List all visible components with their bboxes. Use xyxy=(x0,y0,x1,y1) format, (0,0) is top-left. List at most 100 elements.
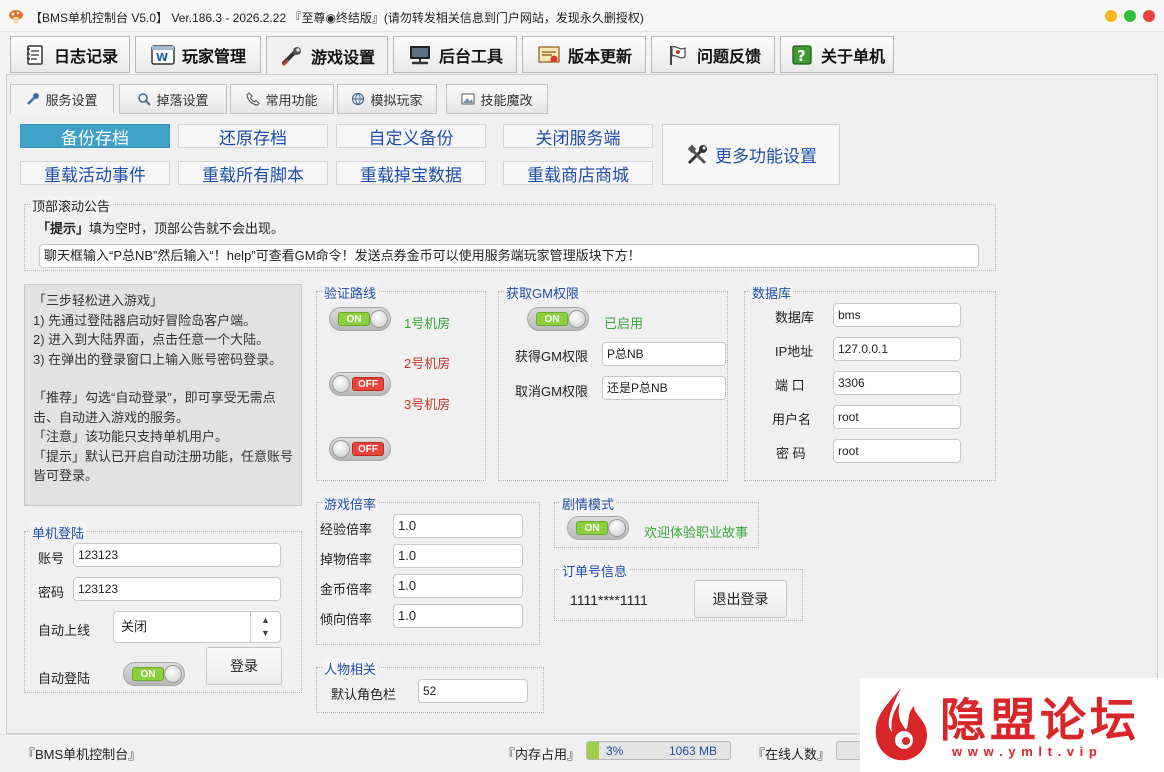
db-password-input[interactable]: root xyxy=(833,439,961,463)
maximize-button[interactable] xyxy=(1124,10,1136,22)
db-name-input[interactable]: bms xyxy=(833,303,961,327)
reload-scripts-button[interactable]: 重载所有脚本 xyxy=(178,161,328,185)
story-toggle[interactable]: ON xyxy=(567,516,629,540)
status-app-name: 『BMS单机控制台』 xyxy=(22,747,142,762)
auto-online-select[interactable]: 关闭 ▲ ▼ xyxy=(113,611,281,643)
announcement-group: 顶部滚动公告 「提示」填为空时，顶部公告就不会出现。 聊天框输入“P总NB”然后… xyxy=(24,196,996,271)
announcement-hint: 「提示」填为空时，顶部公告就不会出现。 xyxy=(37,218,284,237)
tendency-rate-input[interactable]: 1.0 xyxy=(393,604,523,628)
subtab-common-functions[interactable]: 常用功能 xyxy=(230,84,334,114)
subtab-label: 服务设置 xyxy=(45,92,98,108)
subtab-service-settings[interactable]: 服务设置 xyxy=(10,84,114,114)
subtab-label: 技能魔改 xyxy=(480,92,533,108)
reload-drops-button[interactable]: 重载掉宝数据 xyxy=(336,161,486,185)
close-button[interactable] xyxy=(1143,10,1155,22)
route-3-toggle[interactable]: OFF xyxy=(329,437,391,461)
db-port-input[interactable]: 3306 xyxy=(833,371,961,395)
stepper-arrows-icon: ▲ ▼ xyxy=(250,612,280,642)
tab-log[interactable]: 日志记录 xyxy=(10,36,130,73)
tab-about[interactable]: ? 关于单机 xyxy=(780,36,894,73)
auto-login-toggle[interactable]: ON xyxy=(123,662,185,686)
minimize-button[interactable] xyxy=(1105,10,1117,22)
db-ip-input[interactable]: 127.0.0.1 xyxy=(833,337,961,361)
gm-title: 获取GM权限 xyxy=(504,283,581,302)
gm-toggle[interactable]: ON xyxy=(527,307,589,331)
subtab-drop-settings[interactable]: 掉落设置 xyxy=(119,84,227,114)
guide-panel: 「三步轻松进入游戏」 1) 先通过登陆器启动好冒险岛客户端。 2) 进入到大陆界… xyxy=(24,284,302,506)
custom-backup-button[interactable]: 自定义备份 xyxy=(336,124,486,148)
db-user-input[interactable]: root xyxy=(833,405,961,429)
route-3-label: 3号机房 xyxy=(404,397,451,412)
notebook-icon xyxy=(22,43,48,67)
watermark: 隐盟论坛 w w w . y m l t . v i p xyxy=(860,678,1164,772)
gm-cancel-input[interactable]: 还是P总NB xyxy=(602,376,726,400)
svg-text:?: ? xyxy=(797,47,806,65)
wrench-icon xyxy=(27,93,40,105)
subtab-label: 模拟玩家 xyxy=(370,92,423,108)
subtab-simulated-players[interactable]: 模拟玩家 xyxy=(337,84,437,114)
tab-feedback[interactable]: 问题反馈 xyxy=(651,36,775,73)
route-2-label: 2号机房 xyxy=(404,356,451,371)
backup-save-button[interactable]: 备份存档 xyxy=(20,124,170,148)
window-title: 【BMS单机控制台 V5.0】 Ver.186.3 - 2026.2.22 『至… xyxy=(30,11,644,25)
database-title: 数据库 xyxy=(750,283,794,302)
tab-player[interactable]: W 玩家管理 xyxy=(135,36,261,73)
tab-label: 版本更新 xyxy=(567,48,632,66)
tab-game-settings[interactable]: 游戏设置 xyxy=(266,36,388,76)
password-input[interactable]: 123123 xyxy=(73,577,281,601)
route-2-toggle[interactable]: OFF xyxy=(329,372,391,396)
auto-login-label: 自动登陆 xyxy=(38,671,91,686)
default-slot-input[interactable]: 52 xyxy=(418,679,528,703)
story-group: 剧情模式 ON 欢迎体验职业故事 xyxy=(554,494,759,548)
gm-group: 获取GM权限 ON 已启用 获得GM权限 P总NB 取消GM权限 还是P总NB xyxy=(498,283,728,481)
phone-icon xyxy=(246,92,261,106)
account-label: 账号 xyxy=(38,551,65,566)
reload-shop-button[interactable]: 重载商店商城 xyxy=(503,161,653,185)
drop-rate-input[interactable]: 1.0 xyxy=(393,544,523,568)
route-title: 验证路线 xyxy=(322,283,379,302)
order-title: 订单号信息 xyxy=(560,561,630,580)
password-label: 密码 xyxy=(38,585,65,600)
restore-save-button[interactable]: 还原存档 xyxy=(178,124,328,148)
guide-line: 2) 进入到大陆界面，点击任意一个大陆。 xyxy=(33,332,270,347)
gm-get-input[interactable]: P总NB xyxy=(602,342,726,366)
watermark-text: 隐盟论坛 xyxy=(940,694,1140,746)
subtab-skill-mods[interactable]: 技能魔改 xyxy=(446,84,548,114)
auto-online-label: 自动上线 xyxy=(38,623,91,638)
guide-tip: 「提示」默认已开启自动注册功能，任意账号皆可登录。 xyxy=(33,448,294,484)
route-1-toggle[interactable]: ON xyxy=(329,307,391,331)
tab-label: 游戏设置 xyxy=(310,50,375,67)
tendency-rate-label: 倾向倍率 xyxy=(320,612,373,627)
login-title: 单机登陆 xyxy=(30,523,87,542)
gold-rate-input[interactable]: 1.0 xyxy=(393,574,523,598)
login-button[interactable]: 登录 xyxy=(206,647,282,685)
tab-backend-tools[interactable]: 后台工具 xyxy=(393,36,517,73)
hint-tag: 「提示」 xyxy=(37,221,90,236)
tab-version-update[interactable]: 版本更新 xyxy=(522,36,646,73)
gold-rate-label: 金币倍率 xyxy=(320,582,373,597)
reload-events-button[interactable]: 重载活动事件 xyxy=(20,161,170,185)
magnifier-icon xyxy=(138,93,152,106)
svg-text:W: W xyxy=(156,51,168,64)
announcement-input[interactable]: 聊天框输入“P总NB”然后输入“！help”可查看GM命令！发送点券金币可以使用… xyxy=(39,244,979,268)
rates-group: 游戏倍率 经验倍率 1.0 掉物倍率 1.0 金币倍率 1.0 倾向倍率 1.0 xyxy=(316,494,540,645)
login-group: 单机登陆 账号 123123 密码 123123 自动上线 关闭 ▲ ▼ 自动登陆… xyxy=(24,523,302,693)
monitor-icon xyxy=(407,43,433,67)
order-group: 订单号信息 1111****1111 退出登录 xyxy=(554,561,803,621)
logout-button[interactable]: 退出登录 xyxy=(694,580,787,618)
close-server-button[interactable]: 关闭服务端 xyxy=(503,124,653,148)
route-group: 验证路线 ON 1号机房 OFF 2号机房 OFF 3号机房 xyxy=(316,283,486,481)
account-input[interactable]: 123123 xyxy=(73,543,281,567)
guide-heading: 「三步轻松进入游戏」 xyxy=(33,293,164,308)
order-number: 1111****1111 xyxy=(570,592,648,608)
more-settings-button[interactable]: 更多功能设置 xyxy=(662,124,840,185)
db-ip-label: IP地址 xyxy=(775,344,814,359)
announcement-title: 顶部滚动公告 xyxy=(30,196,113,215)
exp-rate-input[interactable]: 1.0 xyxy=(393,514,523,538)
memory-percent: 3% xyxy=(606,744,624,758)
globe-icon xyxy=(352,92,365,106)
tools-icon xyxy=(687,144,707,164)
flag-icon xyxy=(665,43,691,67)
watermark-url: w w w . y m l t . v i p xyxy=(952,744,1098,759)
rates-title: 游戏倍率 xyxy=(322,494,379,513)
